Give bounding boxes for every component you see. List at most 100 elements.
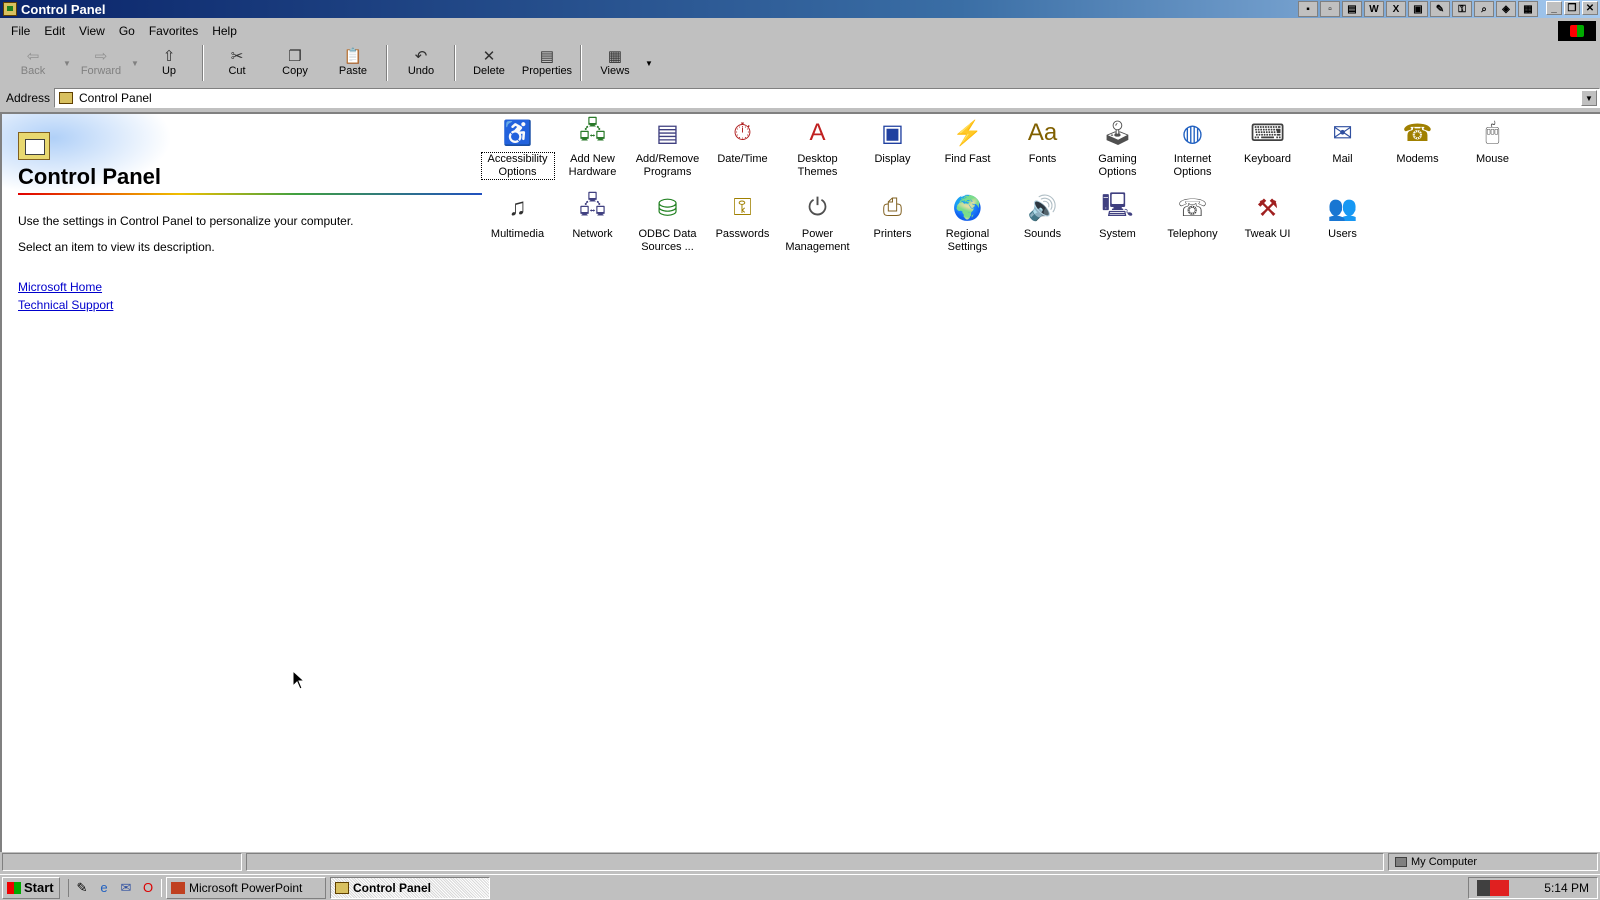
word-icon[interactable]: W (1364, 1, 1384, 17)
cpl-item-mail[interactable]: ✉ Mail (1305, 114, 1380, 189)
fonts-icon: Aa (1027, 119, 1058, 146)
cpl-item-fonts[interactable]: Aa Fonts (1005, 114, 1080, 189)
views-button[interactable]: ▦ Views (586, 43, 644, 83)
cpl-item-display[interactable]: ▣ Display (855, 114, 930, 189)
clock[interactable]: 5:14 PM (1544, 881, 1589, 895)
up-button[interactable]: ⇧ Up (140, 43, 198, 83)
shortcut-icon[interactable]: ▫ (1320, 1, 1340, 17)
cpl-item-internet-options[interactable]: ◍ Internet Options (1155, 114, 1230, 189)
cut-button[interactable]: ✂ Cut (208, 43, 266, 83)
desktop-icon[interactable]: ✎ (73, 879, 91, 897)
web-view-info-pane: Control Panel Use the settings in Contro… (2, 114, 482, 852)
menu-help[interactable]: Help (205, 22, 244, 40)
cpl-item-gaming-options[interactable]: 🕹 Gaming Options (1080, 114, 1155, 189)
address-dropdown-icon[interactable]: ▼ (1581, 90, 1597, 106)
opera-icon[interactable]: O (139, 879, 157, 897)
menu-edit[interactable]: Edit (37, 22, 72, 40)
multimedia-icon: ♫ (508, 194, 527, 221)
task-control-panel[interactable]: Control Panel (330, 876, 490, 899)
internet-options-icon: ◍ (1182, 119, 1203, 147)
my-computer-icon (1395, 857, 1407, 867)
excel-icon[interactable]: X (1386, 1, 1406, 17)
cpl-item-printers[interactable]: ⎙ Printers (855, 189, 930, 264)
cpl-item-multimedia[interactable]: ♫ Multimedia (480, 189, 555, 264)
shortcut-icon[interactable]: ▤ (1342, 1, 1362, 17)
cpl-item-label: Regional Settings (945, 228, 990, 253)
back-arrow-icon: ⇦ (26, 48, 40, 65)
properties-button[interactable]: ▤ Properties (518, 43, 576, 83)
address-field[interactable]: Control Panel ▼ (54, 88, 1600, 108)
menu-favorites[interactable]: Favorites (142, 22, 205, 40)
menu-view[interactable]: View (72, 22, 112, 40)
shortcut-icon[interactable]: ⌕ (1474, 1, 1494, 17)
undo-button[interactable]: ↶ Undo (392, 43, 450, 83)
outlook-express-icon[interactable]: ✉ (117, 879, 135, 897)
cpl-item-label: Add/Remove Programs (635, 153, 700, 178)
close-button[interactable]: ✕ (1582, 1, 1598, 15)
window-title: Control Panel (21, 1, 106, 17)
start-button[interactable]: Start (2, 876, 60, 899)
copy-icon: ❐ (288, 48, 302, 65)
minimize-button[interactable]: _ (1546, 1, 1562, 15)
cpl-item-accessibility-options[interactable]: ♿ Accessibility Options (480, 114, 555, 189)
shortcut-icon[interactable]: ⚿ (1452, 1, 1472, 17)
shortcut-icon[interactable]: ◈ (1496, 1, 1516, 17)
cpl-item-system[interactable]: 🖳 System (1080, 189, 1155, 264)
toolbar: ⇦ Back ▼ ⇨ Forward ▼ ⇧ Up ✂ Cut ❐ Copy 📋 Paste… (0, 43, 1600, 85)
passwords-icon: ⚿ (733, 194, 752, 221)
paste-button[interactable]: 📋 Paste (324, 43, 382, 83)
cpl-item-label: Multimedia (490, 228, 545, 240)
tray-icon[interactable] (1477, 880, 1509, 896)
cpl-item-odbc-data-sources[interactable]: ⛁ ODBC Data Sources ... (630, 189, 705, 264)
cpl-item-modems[interactable]: ☎ Modems (1380, 114, 1455, 189)
up-folder-icon: ⇧ (162, 48, 176, 65)
microsoft-home-link[interactable]: Microsoft Home (18, 280, 102, 294)
title-bar[interactable]: Control Panel ▪ ▫ ▤ W X ▣ ✎ ⚿ ⌕ ◈ ▦ _ ❐ … (0, 0, 1600, 18)
cpl-item-keyboard[interactable]: ⌨ Keyboard (1230, 114, 1305, 189)
task-powerpoint[interactable]: Microsoft PowerPoint (166, 876, 326, 899)
cpl-item-add-remove-programs[interactable]: ▤ Add/Remove Programs (630, 114, 705, 189)
network-icon: 🖧 (579, 191, 606, 219)
cpl-item-users[interactable]: 👥 Users (1305, 189, 1380, 264)
cpl-item-find-fast[interactable]: ⚡ Find Fast (930, 114, 1005, 189)
cpl-item-label: Desktop Themes (797, 153, 838, 178)
technical-support-link[interactable]: Technical Support (18, 298, 113, 312)
shortcut-icon[interactable]: ✎ (1430, 1, 1450, 17)
shortcut-icon[interactable]: ▣ (1408, 1, 1428, 17)
sounds-icon: 🔊 (1027, 194, 1058, 222)
delete-x-icon: ✕ (482, 48, 496, 65)
cpl-item-desktop-themes[interactable]: A Desktop Themes (780, 114, 855, 189)
cpl-item-add-new-hardware[interactable]: 🖧 Add New Hardware (555, 114, 630, 189)
cpl-item-sounds[interactable]: 🔊 Sounds (1005, 189, 1080, 264)
copy-button[interactable]: ❐ Copy (266, 43, 324, 83)
printers-icon: ⎙ (882, 194, 903, 221)
cpl-item-network[interactable]: 🖧 Network (555, 189, 630, 264)
cpl-item-power-management[interactable]: ⏻ Power Management (780, 189, 855, 264)
powerpoint-icon (171, 881, 185, 894)
forward-dropdown[interactable]: ▼ (130, 43, 140, 83)
internet-explorer-icon[interactable]: e (95, 879, 113, 897)
views-dropdown[interactable]: ▼ (644, 43, 654, 83)
cpl-item-label: Add New Hardware (568, 153, 617, 178)
forward-button[interactable]: ⇨ Forward (72, 43, 130, 83)
cpl-item-telephony[interactable]: ☏ Telephony (1155, 189, 1230, 264)
menu-go[interactable]: Go (112, 22, 142, 40)
cpl-item-regional-settings[interactable]: 🌍 Regional Settings (930, 189, 1005, 264)
cpl-item-passwords[interactable]: ⚿ Passwords (705, 189, 780, 264)
control-panel-items: ♿ Accessibility Options 🖧 Add New Hardware ▤… (480, 114, 1540, 264)
back-dropdown[interactable]: ▼ (62, 43, 72, 83)
shortcut-icon[interactable]: ▦ (1518, 1, 1538, 17)
find-fast-icon: ⚡ (952, 119, 983, 147)
delete-button[interactable]: ✕ Delete (460, 43, 518, 83)
back-button[interactable]: ⇦ Back (4, 43, 62, 83)
menu-file[interactable]: File (4, 22, 37, 40)
cpl-item-mouse[interactable]: 🖱 Mouse (1455, 114, 1530, 189)
description-text: Use the settings in Control Panel to per… (18, 214, 354, 228)
cpl-item-label: Passwords (715, 228, 770, 240)
mouse-pointer-icon (292, 670, 306, 690)
shortcut-icon[interactable]: ▪ (1298, 1, 1318, 17)
restore-button[interactable]: ❐ (1564, 1, 1580, 15)
cpl-item-date-time[interactable]: ⏱ Date/Time (705, 114, 780, 189)
cpl-item-tweak-ui[interactable]: ⚒ Tweak UI (1230, 189, 1305, 264)
cpl-item-label: ODBC Data Sources ... (638, 228, 697, 253)
